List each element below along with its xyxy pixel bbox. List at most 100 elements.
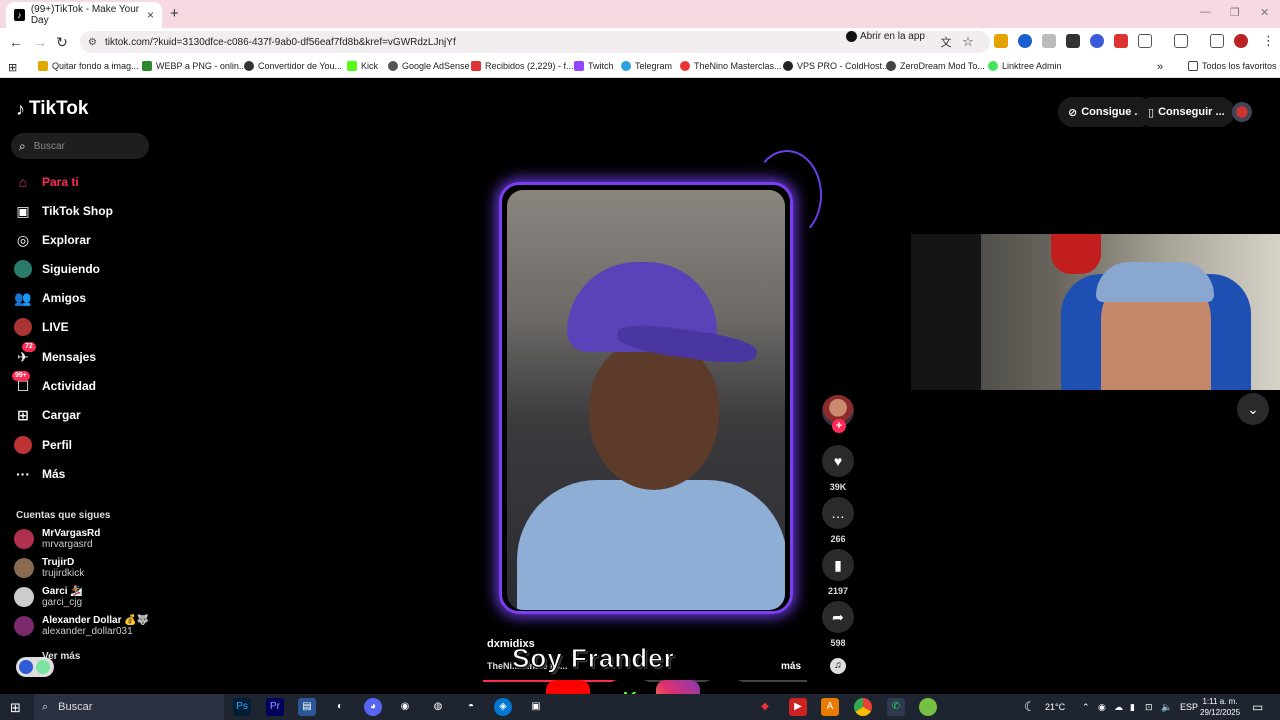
cloud-icon[interactable]: ☁ bbox=[1114, 694, 1123, 720]
nav-explore[interactable]: ◎ Explorar bbox=[14, 231, 91, 249]
tray-chevron-icon[interactable]: ⌃ bbox=[1082, 694, 1090, 720]
heart-icon[interactable]: ♥ bbox=[822, 445, 854, 477]
nav-friends[interactable]: 👥 Amigos bbox=[14, 289, 86, 307]
comment-action[interactable]: … 266 bbox=[821, 497, 855, 544]
nav-more[interactable]: ··· Más bbox=[14, 465, 65, 483]
temperature[interactable]: 21°C bbox=[1045, 694, 1065, 720]
like-action[interactable]: ♥ 39K bbox=[821, 445, 855, 492]
share-action[interactable]: ➦ 598 bbox=[821, 601, 855, 648]
nav-activity[interactable]: ☐ 99+ Actividad bbox=[12, 371, 96, 395]
new-tab-button[interactable]: + bbox=[170, 5, 179, 22]
bookmark-item[interactable]: Convertidor de You... bbox=[244, 61, 342, 71]
bookmark-item[interactable]: VPS PRO - ColdHost... bbox=[783, 61, 890, 71]
user-avatar[interactable] bbox=[1232, 102, 1252, 122]
app-icon[interactable]: ◐ bbox=[331, 698, 349, 716]
app-icon[interactable]: ▤ bbox=[298, 698, 316, 716]
extension-icon[interactable] bbox=[1066, 34, 1080, 48]
minimize-icon[interactable]: — bbox=[1200, 6, 1211, 18]
bookmark-item[interactable]: TheNino Masterclas... bbox=[680, 61, 782, 71]
profile-avatar[interactable] bbox=[1234, 34, 1248, 48]
back-arrow-icon[interactable]: ← bbox=[4, 34, 28, 50]
tiktok-logo[interactable]: ♪ TikTok bbox=[16, 98, 88, 120]
share-arrow-icon[interactable]: ➦ bbox=[822, 601, 854, 633]
nav-tiktok-shop[interactable]: ▣ TikTok Shop bbox=[14, 202, 113, 220]
bookmark-icon[interactable]: ▮ bbox=[822, 549, 854, 581]
floating-app-widget[interactable] bbox=[16, 657, 54, 677]
follow-plus-icon[interactable]: + bbox=[832, 419, 846, 433]
taskbar-clock[interactable]: 1:11 a. m. 29/12/2025 bbox=[1200, 696, 1240, 718]
extension-icon[interactable] bbox=[1114, 34, 1128, 48]
whatsapp-icon[interactable]: ✆ bbox=[887, 698, 905, 716]
steam-icon[interactable]: ◉ bbox=[396, 698, 414, 716]
app-icon[interactable]: A bbox=[821, 698, 839, 716]
nav-following[interactable]: Siguiendo bbox=[14, 260, 100, 278]
language-indicator[interactable]: ESP bbox=[1180, 694, 1198, 720]
maximize-icon[interactable]: ❐ bbox=[1230, 6, 1240, 19]
kebab-menu-icon[interactable]: ⋮ bbox=[1262, 33, 1275, 49]
weather-moon-icon[interactable]: ☾ bbox=[1024, 694, 1036, 720]
premiere-icon[interactable]: Pr bbox=[266, 698, 284, 716]
followed-account[interactable]: Garci 🏂 garci_cjg bbox=[14, 586, 83, 608]
app-icon[interactable]: ◈ bbox=[494, 698, 512, 716]
site-info-icon[interactable]: ⚙ bbox=[88, 37, 97, 48]
app-icon[interactable]: ▶ bbox=[789, 698, 807, 716]
bookmark-item[interactable]: Quitar fondo a imag... bbox=[38, 61, 139, 71]
video-more-link[interactable]: más bbox=[781, 661, 801, 672]
nav-upload[interactable]: ⊞ Cargar bbox=[14, 406, 81, 424]
all-bookmarks-folder[interactable]: Todos los favoritos bbox=[1188, 61, 1277, 71]
volume-icon[interactable]: 🔈 bbox=[1161, 694, 1172, 720]
bookmark-item[interactable]: ZeroDream Mod To... bbox=[886, 61, 985, 71]
bookmark-item[interactable]: Recibidos (2,229) - f... bbox=[471, 61, 574, 71]
extension-icon[interactable] bbox=[994, 34, 1008, 48]
app-icon[interactable]: ◓ bbox=[462, 698, 480, 716]
extension-icon[interactable] bbox=[1090, 34, 1104, 48]
app-icon[interactable] bbox=[919, 698, 937, 716]
app-icon[interactable]: ▣ bbox=[527, 698, 545, 716]
translate-icon[interactable]: 文 bbox=[934, 34, 958, 50]
menu-list-icon[interactable] bbox=[1210, 34, 1224, 48]
microphone-icon[interactable]: ▮ bbox=[1130, 694, 1135, 720]
nav-messages[interactable]: ✈ 72 Mensajes bbox=[14, 342, 96, 366]
save-action[interactable]: ▮ 2197 bbox=[821, 549, 855, 596]
close-window-icon[interactable]: ✕ bbox=[1260, 6, 1269, 19]
chevron-down-icon[interactable]: ⌄ bbox=[1237, 393, 1269, 425]
sound-disc-icon[interactable]: ♫ bbox=[830, 658, 846, 674]
notifications-icon[interactable]: ▭ bbox=[1252, 694, 1263, 720]
star-bookmark-icon[interactable]: ☆ bbox=[956, 34, 980, 50]
extensions-puzzle-icon[interactable] bbox=[1138, 34, 1152, 48]
bookmark-item[interactable]: Linktree Admin bbox=[988, 61, 1062, 71]
more-bookmarks-icon[interactable]: » bbox=[1157, 61, 1163, 73]
video-player[interactable] bbox=[507, 190, 785, 610]
close-tab-icon[interactable]: × bbox=[147, 8, 154, 22]
search-input[interactable]: ⌕ Buscar bbox=[11, 133, 149, 159]
bookmark-item[interactable]: Google AdSense bbox=[388, 61, 470, 71]
nav-for-you[interactable]: ⌂ Para ti bbox=[14, 173, 79, 191]
sidepanel-icon[interactable] bbox=[1174, 34, 1188, 48]
photoshop-icon[interactable]: Ps bbox=[233, 698, 251, 716]
get-app-button[interactable]: ▯ Conseguir ... bbox=[1138, 97, 1235, 127]
bookmark-item[interactable]: Twitch bbox=[574, 61, 614, 71]
apps-grid-icon[interactable]: ⊞ bbox=[8, 61, 17, 74]
chrome-icon[interactable] bbox=[854, 698, 872, 716]
extension-icon[interactable] bbox=[1018, 34, 1032, 48]
bookmark-item[interactable]: Telegram bbox=[621, 61, 672, 71]
extension-icon[interactable] bbox=[1042, 34, 1056, 48]
followed-account[interactable]: MrVargasRd mrvargasrd bbox=[14, 528, 100, 550]
discord-icon[interactable]: ◕ bbox=[364, 698, 382, 716]
followed-account[interactable]: Alexander Dollar 💰🐺 alexander_dollar031 bbox=[14, 615, 149, 637]
bookmark-item[interactable]: WEBP a PNG - onlin... bbox=[142, 61, 246, 71]
forward-arrow-icon[interactable]: → bbox=[28, 34, 52, 50]
nav-profile[interactable]: Perfil bbox=[14, 436, 72, 454]
obs-icon[interactable]: ◍ bbox=[429, 698, 447, 716]
windows-start-icon[interactable]: ⊞ bbox=[10, 700, 21, 716]
followed-account[interactable]: TrujirD trujirdkick bbox=[14, 557, 84, 579]
nav-live[interactable]: LIVE bbox=[14, 318, 69, 336]
browser-tab[interactable]: ♪ (99+)TikTok - Make Your Day × bbox=[6, 2, 162, 28]
app-icon[interactable]: ◆ bbox=[756, 698, 774, 716]
open-in-app-button[interactable]: Abrir en la app bbox=[845, 31, 925, 42]
bookmark-item[interactable]: Kick bbox=[347, 61, 378, 71]
comment-icon[interactable]: … bbox=[822, 497, 854, 529]
reload-icon[interactable]: ↻ bbox=[50, 34, 74, 51]
tray-icon[interactable]: ◉ bbox=[1098, 694, 1106, 720]
network-icon[interactable]: ⊡ bbox=[1145, 694, 1153, 720]
